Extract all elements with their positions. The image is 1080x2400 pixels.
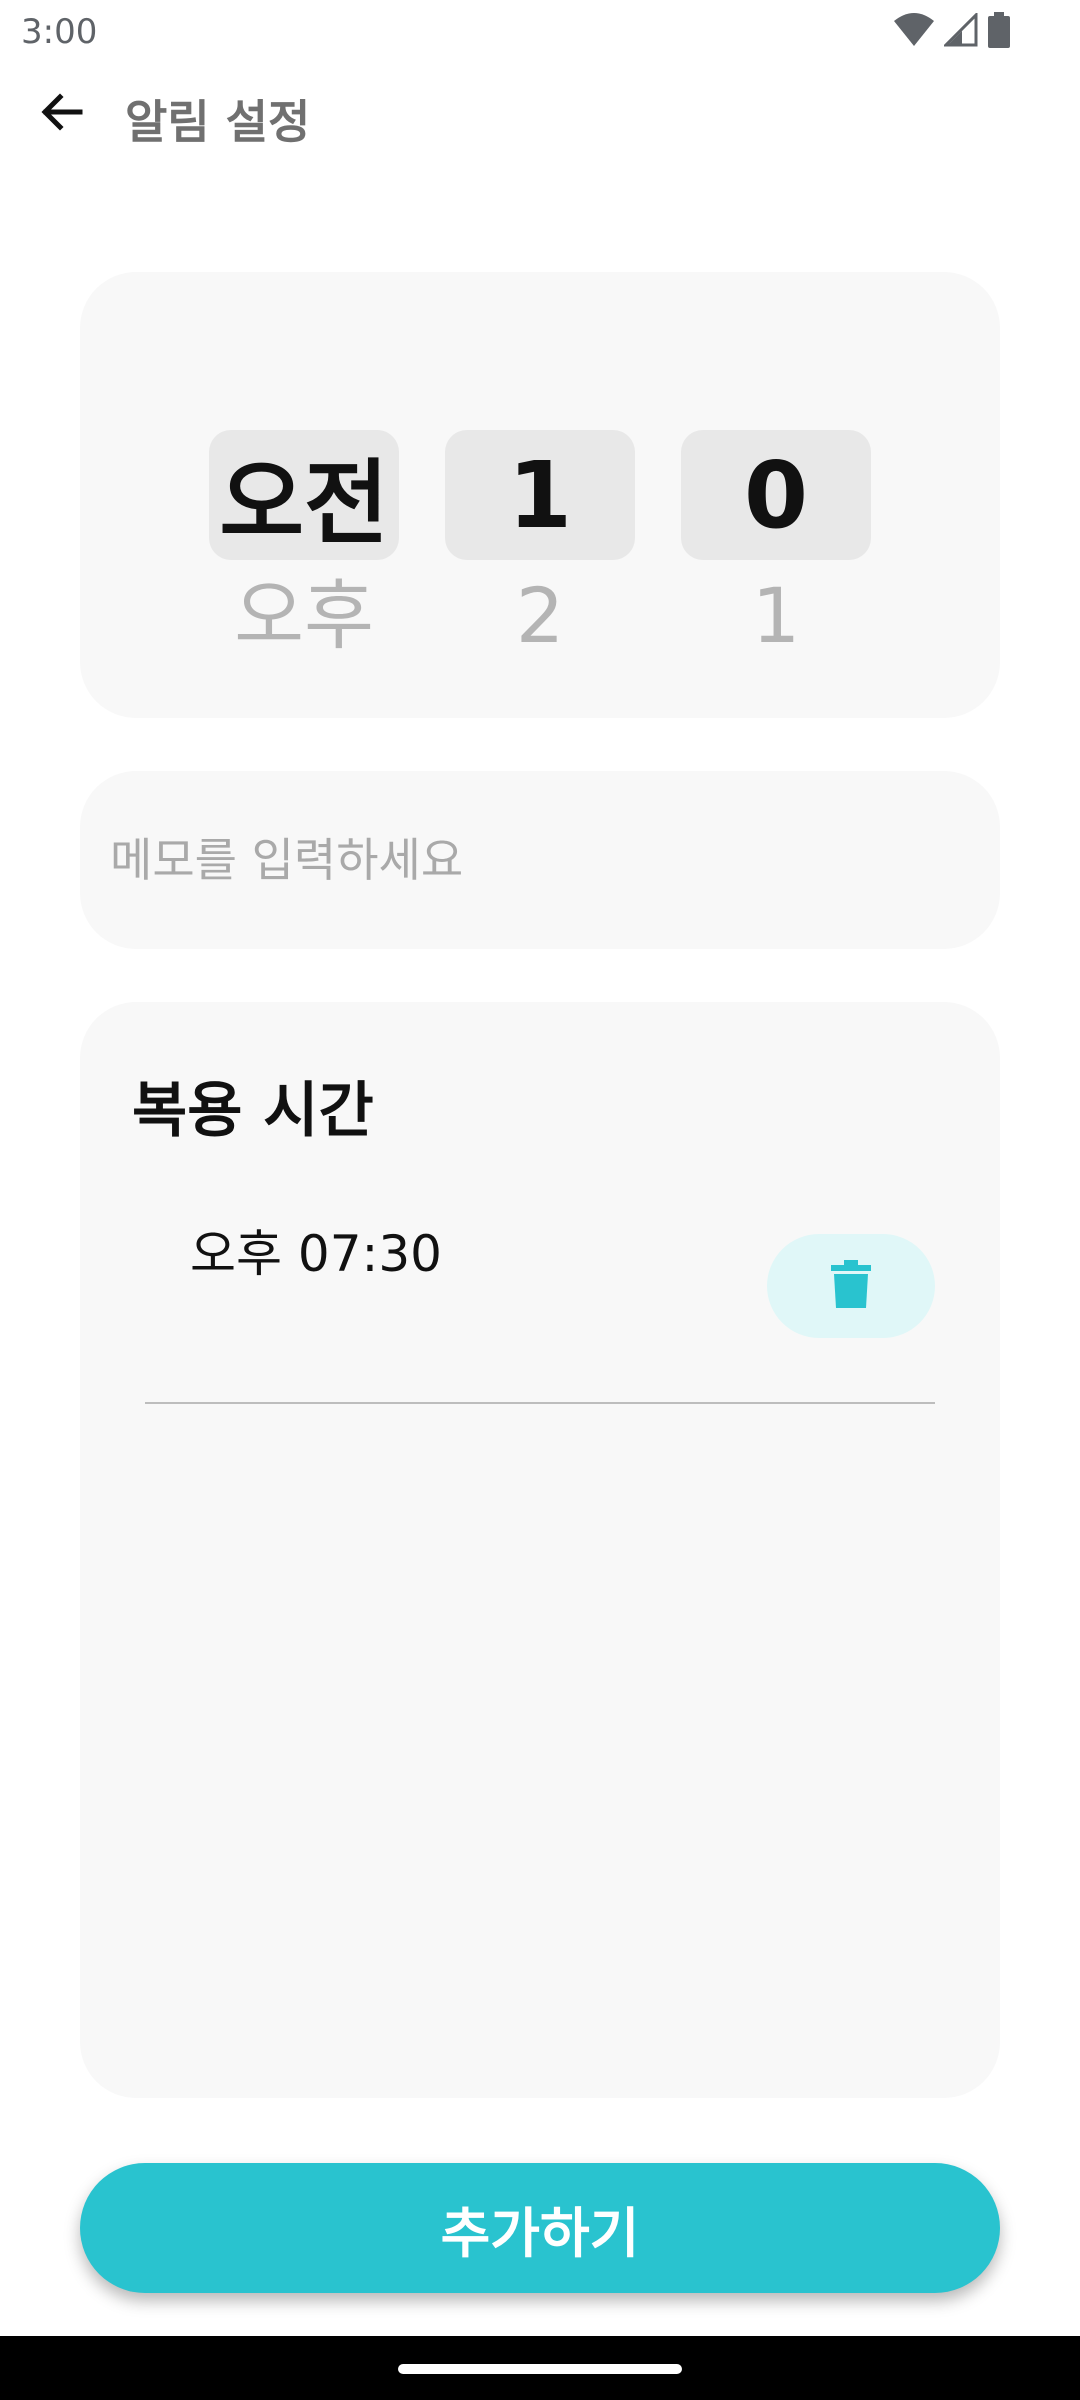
ampm-selected[interactable]: 오전 — [209, 430, 399, 560]
time-picker: 오전 오후 1 2 0 1 — [80, 272, 1000, 718]
minute-picker[interactable]: 0 1 — [681, 430, 871, 664]
memo-card — [80, 771, 1000, 949]
list-item: 오후 07:30 — [145, 1202, 935, 1404]
back-button[interactable] — [30, 82, 94, 146]
dose-time-card: 복용 시간 오후 07:30 — [80, 1002, 1000, 2098]
page-title: 알림 설정 — [125, 95, 311, 149]
app-bar: 알림 설정 — [0, 72, 1080, 162]
status-icons — [894, 12, 1010, 48]
ampm-picker[interactable]: 오전 오후 — [209, 430, 399, 664]
memo-input[interactable] — [110, 771, 970, 949]
signal-icon — [944, 13, 978, 47]
trash-icon — [831, 1260, 871, 1312]
status-bar: 3:00 — [0, 0, 1080, 64]
hour-next[interactable]: 2 — [445, 568, 635, 664]
dose-time-label: 오후 07:30 — [190, 1225, 442, 1283]
hour-picker[interactable]: 1 2 — [445, 430, 635, 664]
hour-selected[interactable]: 1 — [445, 430, 635, 560]
system-nav-bar — [0, 2336, 1080, 2400]
minute-next[interactable]: 1 — [681, 568, 871, 664]
delete-button[interactable] — [767, 1234, 935, 1338]
section-title: 복용 시간 — [132, 1076, 374, 1146]
home-handle[interactable] — [398, 2364, 682, 2374]
wifi-icon — [894, 13, 934, 47]
arrow-left-icon — [38, 88, 86, 140]
battery-icon — [988, 12, 1010, 48]
ampm-next[interactable]: 오후 — [209, 568, 399, 664]
minute-selected[interactable]: 0 — [681, 430, 871, 560]
status-time: 3:00 — [21, 12, 98, 52]
add-button[interactable]: 추가하기 — [80, 2163, 1000, 2293]
